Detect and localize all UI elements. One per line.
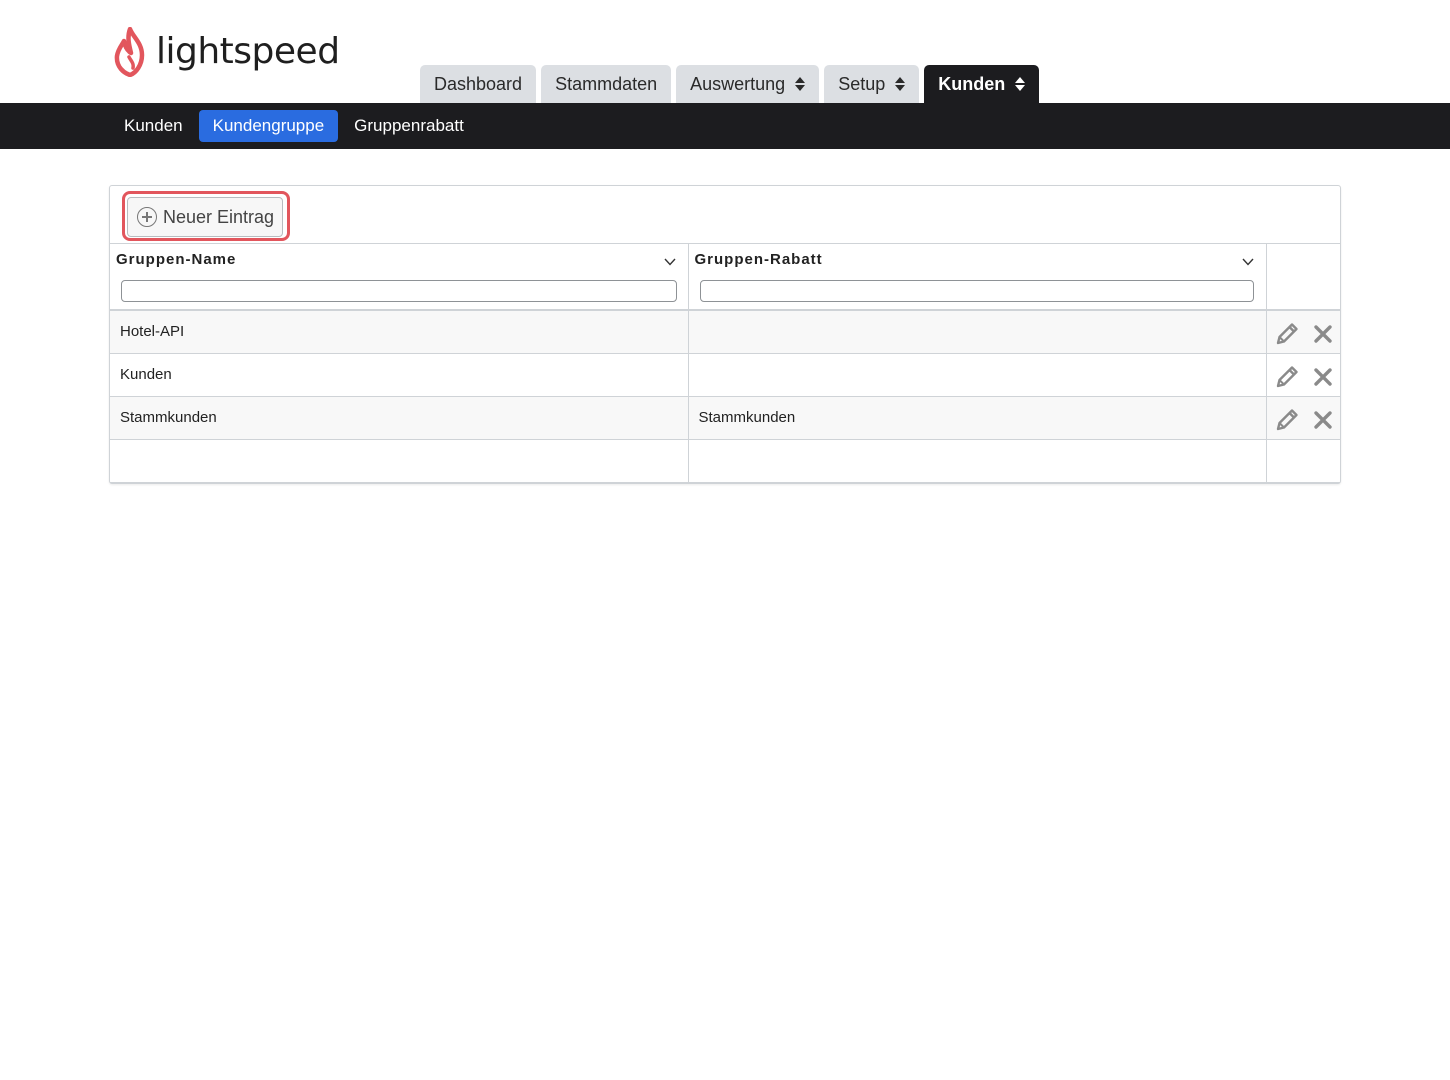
column-header-gruppen-name[interactable]: Gruppen-Name xyxy=(110,243,689,311)
chevron-down-icon[interactable] xyxy=(663,257,676,267)
data-table: Gruppen-Name Gruppen-Rabatt Hotel-API Ku… xyxy=(110,243,1340,483)
pencil-icon[interactable] xyxy=(1273,364,1301,390)
cell-actions xyxy=(1266,310,1340,354)
filter-input-gruppen-rabatt[interactable] xyxy=(699,280,1254,302)
tab-label: Auswertung xyxy=(690,73,786,94)
tab-label: Stammdaten xyxy=(555,73,658,94)
cell-gruppen-name: Stammkunden xyxy=(110,396,689,440)
cell-gruppen-name: Kunden xyxy=(110,353,689,397)
customer-group-panel: Neuer Eintrag Gruppen-Name Gruppen-Rabat… xyxy=(109,185,1341,484)
brand-name: lightspeed xyxy=(156,31,340,72)
cell-text: Hotel-API xyxy=(120,323,185,340)
close-icon[interactable] xyxy=(1309,407,1337,433)
table-header-row: Gruppen-Name Gruppen-Rabatt xyxy=(110,243,1340,311)
cell-empty xyxy=(688,439,1267,483)
flame-icon xyxy=(114,27,145,77)
tab-setup[interactable]: Setup xyxy=(824,65,920,103)
panel-toolbar: Neuer Eintrag xyxy=(110,186,1340,244)
lightspeed-logo[interactable]: lightspeed xyxy=(112,26,340,78)
table-row[interactable]: Stammkunden Stammkunden xyxy=(110,396,1340,440)
cell-text xyxy=(689,311,1266,323)
cell-actions xyxy=(1266,353,1340,397)
new-entry-label: Neuer Eintrag xyxy=(163,206,275,227)
tab-label: Setup xyxy=(838,73,886,94)
cell-text xyxy=(689,354,1266,366)
tab-dashboard[interactable]: Dashboard xyxy=(420,65,537,103)
subnav-item-kundengruppe[interactable]: Kundengruppe xyxy=(198,110,339,142)
pencil-icon[interactable] xyxy=(1273,321,1301,347)
sort-arrows-icon xyxy=(895,76,906,92)
column-label: Gruppen-Name xyxy=(116,251,237,268)
cell-empty xyxy=(110,439,689,483)
close-icon[interactable] xyxy=(1309,321,1337,347)
cell-gruppen-rabatt xyxy=(688,353,1267,397)
main-tabs: Dashboard Stammdaten Auswertung Setup Ku… xyxy=(420,65,1040,103)
cell-empty xyxy=(1266,439,1340,483)
cell-text: Kunden xyxy=(120,366,172,383)
cell-text: Stammkunden xyxy=(698,409,796,426)
column-label: Gruppen-Rabatt xyxy=(694,251,823,268)
plus-circle-icon xyxy=(137,207,157,227)
cell-text: Stammkunden xyxy=(120,409,217,426)
table-row[interactable]: Kunden xyxy=(110,353,1340,397)
cell-gruppen-rabatt xyxy=(688,310,1267,354)
sort-arrows-icon xyxy=(1015,76,1026,92)
new-entry-button[interactable]: Neuer Eintrag xyxy=(127,197,283,237)
cell-actions xyxy=(1266,396,1340,440)
sort-arrows-icon xyxy=(795,76,806,92)
cell-gruppen-name: Hotel-API xyxy=(110,310,689,354)
subnav-item-gruppenrabatt[interactable]: Gruppenrabatt xyxy=(340,110,478,142)
pencil-icon[interactable] xyxy=(1273,407,1301,433)
column-header-gruppen-rabatt[interactable]: Gruppen-Rabatt xyxy=(688,243,1267,311)
subnav-item-kunden[interactable]: Kunden xyxy=(110,110,197,142)
tab-label: Kunden xyxy=(938,73,1006,94)
tab-auswertung[interactable]: Auswertung xyxy=(676,65,820,103)
sub-navigation: Kunden Kundengruppe Gruppenrabatt xyxy=(0,103,1450,149)
table-row-empty xyxy=(110,439,1340,483)
tab-stammdaten[interactable]: Stammdaten xyxy=(541,65,672,103)
tab-kunden[interactable]: Kunden xyxy=(924,65,1040,103)
filter-input-gruppen-name[interactable] xyxy=(121,280,677,302)
app-header: lightspeed Dashboard Stammdaten Auswertu… xyxy=(0,0,1450,103)
cell-gruppen-rabatt: Stammkunden xyxy=(688,396,1267,440)
close-icon[interactable] xyxy=(1309,364,1337,390)
chevron-down-icon[interactable] xyxy=(1241,257,1254,267)
tab-label: Dashboard xyxy=(434,73,523,94)
table-row[interactable]: Hotel-API xyxy=(110,310,1340,354)
column-header-actions xyxy=(1266,243,1340,311)
